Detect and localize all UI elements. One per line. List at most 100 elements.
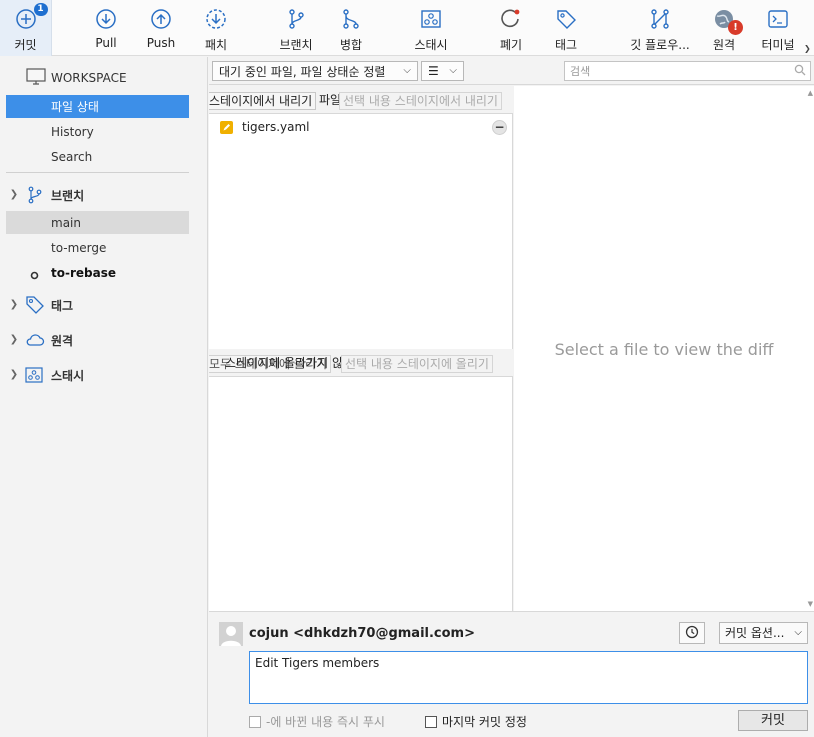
sidebar-branch-to-merge[interactable]: to-merge [6, 236, 189, 259]
git-flow-label: 깃 플로우... [630, 38, 690, 52]
commit-toolbar-button[interactable]: 1 커밋 [0, 0, 52, 56]
discard-icon [498, 6, 524, 32]
chevron-right-icon: ❯ [9, 299, 19, 310]
tag-icon [25, 295, 45, 318]
unstage-all-button[interactable]: 스테이지에서 내리기 [209, 92, 317, 110]
amend-last-commit-checkbox[interactable]: 마지막 커밋 정정 [425, 713, 527, 730]
terminal-button[interactable]: 터미널 [758, 0, 798, 56]
scroll-down-icon[interactable]: ▼ [808, 600, 813, 608]
commit-toolbar-label: 커밋 [14, 38, 37, 52]
commit-options-label: 커밋 옵션... [725, 626, 785, 640]
staged-title: 파일 [319, 93, 342, 107]
branches-header[interactable]: ❯ 브랜치 [8, 183, 84, 207]
toolbar-overflow-chevron-icon[interactable]: ❯ [804, 44, 811, 53]
sidebar-divider [6, 172, 189, 173]
chevron-down-icon: ⌵ [449, 65, 457, 76]
stash-button[interactable]: 스태시 [410, 0, 452, 56]
merge-icon [338, 6, 364, 32]
tag-button[interactable]: 태그 [551, 0, 581, 56]
plus-circle-icon: 1 [13, 3, 48, 32]
commit-message-input[interactable]: Edit Tigers members [249, 651, 808, 704]
stashes-title: 스태시 [51, 368, 85, 383]
pull-button[interactable]: Pull [88, 0, 124, 56]
branch-button[interactable]: 브랜치 [276, 0, 316, 56]
modified-file-icon [220, 121, 233, 137]
search-icon [794, 64, 806, 79]
chevron-down-icon: ⌵ [403, 65, 411, 76]
terminal-icon [765, 6, 791, 32]
fetch-button[interactable]: 패치 [198, 0, 234, 56]
staged-file-name: tigers.yaml [242, 120, 310, 134]
branch-icon [283, 6, 309, 32]
branch-icon [26, 186, 44, 207]
chevron-right-icon: ❯ [9, 369, 19, 380]
sidebar: WORKSPACE 파일 상태 History Search ❯ 브랜치 mai… [0, 57, 208, 737]
sidebar-item-file-status[interactable]: 파일 상태 [6, 95, 189, 118]
sidebar-item-history[interactable]: History [6, 120, 189, 143]
cloud-icon [25, 332, 45, 351]
stash-icon [418, 6, 444, 32]
workspace-header: WORKSPACE [26, 66, 127, 90]
search-placeholder: 검색 [570, 65, 591, 78]
unstaged-files-pane: 모두 스테이지에 올리기 스테이지에 올라가지 않은 파일 선택 내용 스테이지… [209, 349, 513, 611]
staged-file-row[interactable]: tigers.yaml − [209, 115, 513, 139]
merge-label: 병합 [339, 38, 363, 52]
commit-history-button[interactable] [679, 622, 705, 644]
tag-label: 태그 [554, 38, 578, 52]
pull-label: Pull [95, 36, 117, 50]
globe-icon: ! [711, 6, 743, 35]
chevron-down-icon: ❯ [9, 189, 19, 200]
checkbox-box [425, 715, 437, 728]
sidebar-branch-main[interactable]: main [6, 211, 189, 234]
remotes-title: 원격 [51, 333, 74, 348]
diff-view: ▲ Select a file to view the diff ▼ [514, 86, 814, 611]
filter-bar: 대기 중인 파일, 파일 상태순 정렬 ⌵ ☰ ⌵ 검색 [209, 57, 814, 85]
remote-button[interactable]: ! 원격 [708, 0, 743, 56]
stash-label: 스태시 [414, 38, 448, 52]
search-input[interactable]: 검색 [564, 61, 811, 81]
view-mode-select[interactable]: ☰ ⌵ [421, 61, 464, 81]
sidebar-item-search[interactable]: Search [6, 145, 189, 168]
tags-title: 태그 [51, 298, 74, 313]
tag-icon [553, 6, 579, 32]
stage-selected-button[interactable]: 선택 내용 스테이지에 올리기 [341, 355, 493, 373]
stash-icon [25, 366, 43, 387]
unstaged-header: 모두 스테이지에 올리기 스테이지에 올라가지 않은 파일 선택 내용 스테이지… [209, 349, 513, 377]
git-flow-icon [647, 6, 673, 32]
chevron-right-icon: ❯ [9, 334, 19, 345]
commit-button[interactable]: 커밋 [738, 710, 808, 731]
push-arrow-icon [148, 6, 174, 32]
branches-title: 브랜치 [51, 188, 85, 203]
branch-label: 브랜치 [279, 38, 313, 52]
fetch-label: 패치 [204, 38, 228, 52]
terminal-label: 터미널 [761, 38, 795, 52]
sort-select[interactable]: 대기 중인 파일, 파일 상태순 정렬 ⌵ [212, 61, 418, 81]
remote-label: 원격 [712, 38, 736, 52]
remote-alert-badge: ! [728, 20, 743, 35]
commit-author: cojun <dhkdzh70@gmail.com> [249, 626, 475, 641]
commit-options-dropdown[interactable]: 커밋 옵션... ⌵ [719, 622, 808, 644]
diff-empty-message: Select a file to view the diff [554, 340, 774, 359]
clock-icon [685, 625, 699, 642]
git-flow-button[interactable]: 깃 플로우... [626, 0, 694, 56]
remotes-header[interactable]: ❯ 원격 [8, 328, 73, 352]
commit-count-badge: 1 [33, 3, 48, 16]
commit-panel: cojun <dhkdzh70@gmail.com> 커밋 옵션... ⌵ Ed… [209, 611, 814, 737]
tags-header[interactable]: ❯ 태그 [8, 293, 73, 317]
unstage-file-icon[interactable]: − [492, 120, 507, 135]
scroll-up-icon[interactable]: ▲ [808, 89, 813, 97]
staged-header: 스테이지에서 내리기 파일 선택 내용 스테이지에서 내리기 [209, 86, 513, 114]
push-label: Push [146, 36, 176, 50]
merge-button[interactable]: 병합 [336, 0, 366, 56]
discard-button[interactable]: 폐기 [496, 0, 526, 56]
push-immediately-checkbox[interactable]: -에 바뀐 내용 즉시 푸시 [249, 713, 385, 730]
sort-select-value: 대기 중인 파일, 파일 상태순 정렬 [219, 64, 386, 79]
stashes-header[interactable]: ❯ 스태시 [8, 363, 84, 387]
monitor-icon [26, 68, 46, 89]
push-button[interactable]: Push [142, 0, 180, 56]
discard-label: 폐기 [499, 38, 523, 52]
list-view-icon: ☰ [428, 64, 439, 78]
unstage-selected-button[interactable]: 선택 내용 스테이지에서 내리기 [339, 92, 502, 110]
checkbox-box [249, 715, 261, 728]
avatar [219, 622, 243, 646]
